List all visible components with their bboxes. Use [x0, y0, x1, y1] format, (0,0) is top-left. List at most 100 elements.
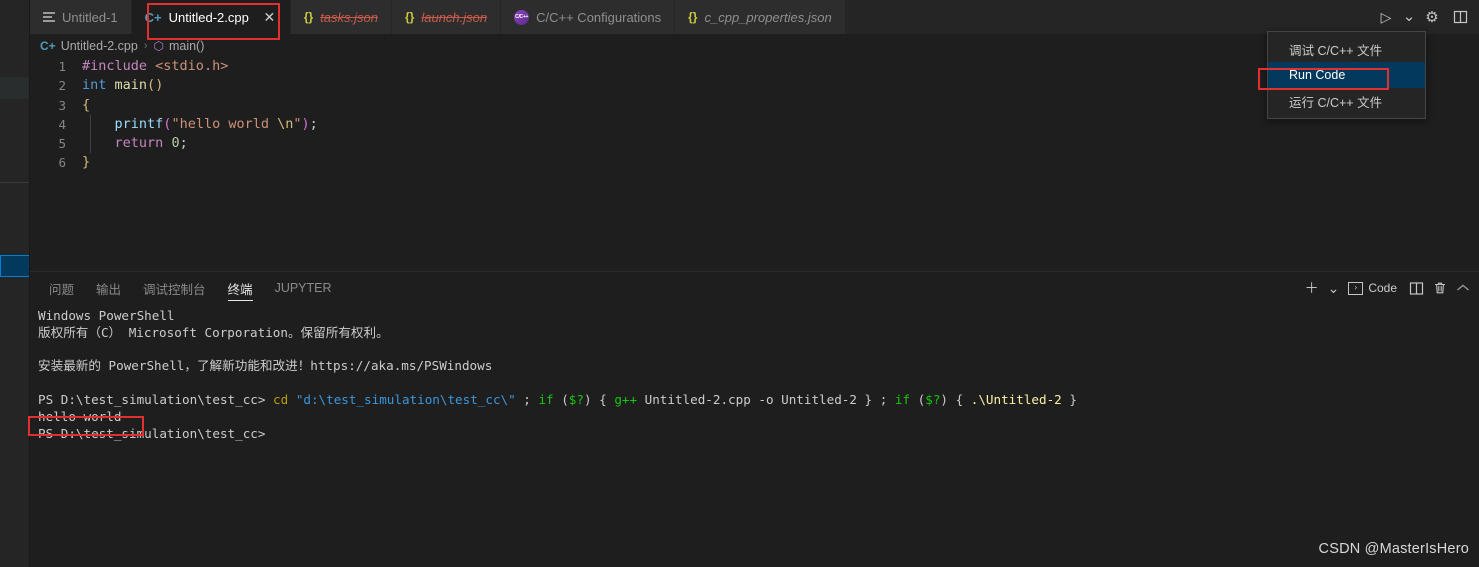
- code-token: \n: [277, 115, 294, 132]
- panel-tab-jupyter[interactable]: JUPYTER: [264, 272, 343, 304]
- tab-untitled-2-cpp[interactable]: C+ Untitled-2.cpp ✕: [131, 0, 291, 34]
- panel-tab-output[interactable]: 输出: [85, 272, 132, 304]
- vscode-window: Untitled-1 C+ Untitled-2.cpp ✕ {} tasks.…: [0, 0, 1479, 567]
- split-terminal-icon[interactable]: [1406, 277, 1427, 299]
- code-line[interactable]: 1 #include <stdio.h>: [30, 57, 1479, 76]
- terminal-output[interactable]: Windows PowerShell 版权所有（C） Microsoft Corp…: [38, 308, 1479, 567]
- code-text: #include <stdio.h>: [82, 57, 228, 76]
- code-token: ): [155, 77, 164, 94]
- explorer-row-hover[interactable]: [0, 77, 30, 99]
- menu-item-debug-cpp-file[interactable]: 调试 C/C++ 文件: [1268, 36, 1425, 62]
- code-token: }: [82, 154, 91, 171]
- code-text: printf("hello world \n");: [82, 115, 318, 134]
- line-number: 2: [58, 78, 66, 94]
- json-braces-icon: {}: [688, 10, 698, 24]
- run-dropdown-chevron-icon[interactable]: ⌄: [1401, 4, 1417, 30]
- panel-tab-debug-console[interactable]: 调试控制台: [132, 272, 217, 304]
- panel-actions: ＋ ⌄ › Code: [1302, 272, 1473, 304]
- code-line[interactable]: 5 return 0;: [30, 134, 1479, 154]
- line-number: 4: [58, 116, 66, 132]
- split-editor-icon[interactable]: [1447, 4, 1473, 30]
- tab-launch-json[interactable]: {} launch.json: [392, 0, 502, 34]
- panel-tab-problems[interactable]: 问题: [38, 272, 85, 304]
- terminal-segment: if: [538, 391, 554, 407]
- menu-item-run-code[interactable]: Run Code: [1268, 62, 1425, 88]
- code-token: 0: [171, 135, 180, 152]
- json-braces-icon: {}: [405, 10, 415, 24]
- tab-label: tasks.json: [320, 9, 378, 25]
- editor-tab-bar: Untitled-1 C+ Untitled-2.cpp ✕ {} tasks.…: [30, 0, 1479, 34]
- code-token: printf: [114, 115, 164, 132]
- cpp-file-icon: C+: [144, 9, 162, 25]
- explorer-divider: [0, 182, 30, 183]
- terminal-line: 版权所有（C） Microsoft Corporation。保留所有权利。: [38, 325, 1479, 342]
- terminal-segment: Windows PowerShell: [38, 308, 175, 323]
- settings-gear-icon[interactable]: ⚙: [1419, 4, 1445, 30]
- breadcrumb[interactable]: C+ Untitled-2.cpp › ⬡ main(): [30, 34, 1479, 57]
- close-icon[interactable]: ✕: [262, 10, 277, 24]
- terminal-line: PS D:\test_simulation\test_cc>: [38, 426, 1479, 443]
- terminal-segment: (: [910, 391, 926, 407]
- lines-icon: [43, 12, 55, 22]
- tab-tasks-json[interactable]: {} tasks.json: [290, 0, 392, 34]
- code-text: return 0;: [82, 134, 188, 153]
- code-token: ;: [179, 135, 188, 152]
- code-line[interactable]: 4 printf("hello world \n");: [30, 114, 1479, 135]
- terminal-segment: $?: [568, 391, 584, 407]
- terminal-segment: ;: [515, 391, 539, 407]
- terminal-line: 安装最新的 PowerShell，了解新功能和改进！https://aka.ms…: [38, 358, 1479, 375]
- panel-tab-bar: 问题 输出 调试控制台 终端 JUPYTER ＋ ⌄ › Code: [30, 272, 1479, 304]
- terminal-segment: hello world: [38, 408, 122, 424]
- symbol-function-icon: ⬡: [153, 38, 164, 53]
- code-token: (: [147, 77, 156, 94]
- line-number: 6: [58, 155, 66, 171]
- panel-tab-terminal[interactable]: 终端: [217, 272, 264, 304]
- new-terminal-plus-icon[interactable]: ＋: [1302, 277, 1322, 299]
- menu-item-run-cpp-file[interactable]: 运行 C/C++ 文件: [1268, 88, 1425, 114]
- terminal-icon: ›: [1348, 281, 1364, 295]
- terminal-segment: .\Untitled-2: [970, 391, 1062, 407]
- terminal-line: PS D:\test_simulation\test_cc> cd "d:\te…: [38, 392, 1479, 409]
- code-token: <stdio.h>: [155, 58, 229, 74]
- editor-actions: ▷ ⌄ ⚙: [1373, 0, 1473, 34]
- tab-label: c_cpp_properties.json: [704, 9, 832, 25]
- terminal-segment: $?: [925, 391, 941, 407]
- terminal-segment: PS D:\test_simulation\test_cc>: [38, 425, 266, 441]
- code-line[interactable]: 3{: [30, 96, 1479, 115]
- line-number: 3: [58, 97, 66, 113]
- tab-untitled-1[interactable]: Untitled-1: [30, 0, 132, 34]
- breadcrumb-symbol[interactable]: main(): [169, 39, 204, 53]
- run-button[interactable]: ▷: [1373, 4, 1399, 30]
- code-token: ": [293, 115, 302, 132]
- code-line[interactable]: 2 int main(): [30, 76, 1479, 95]
- code-line[interactable]: 6}: [30, 153, 1479, 172]
- tab-label: Untitled-1: [62, 9, 118, 25]
- code-token: main: [114, 77, 148, 94]
- terminal-segment: cd: [273, 391, 289, 407]
- tab-label: Untitled-2.cpp: [168, 9, 249, 25]
- terminal-segment: if: [894, 391, 911, 407]
- terminal-segment: g++: [614, 391, 638, 407]
- collapse-panel-chevron-up-icon[interactable]: [1453, 277, 1473, 299]
- terminal-segment: 版权所有（C） Microsoft Corporation。保留所有权利。: [38, 324, 389, 340]
- explorer-strip-partial[interactable]: [0, 0, 30, 567]
- terminal-profile-chevron-icon[interactable]: ⌄: [1325, 277, 1343, 299]
- terminal-segment: ) {: [940, 391, 971, 407]
- terminal-segment: -o: [758, 391, 774, 407]
- code-lines[interactable]: 1 #include <stdio.h> 2 int main() 3{4 printf…: [30, 57, 1479, 173]
- tab-cpp-configurations[interactable]: C/C++ C/C++ Configurations: [501, 0, 676, 34]
- kill-terminal-trash-icon[interactable]: [1430, 277, 1450, 299]
- terminal-segment: 安装最新的 PowerShell，了解新功能和改进！https://aka.ms…: [38, 358, 493, 374]
- code-token: int: [82, 77, 107, 94]
- breadcrumb-file[interactable]: Untitled-2.cpp: [61, 39, 138, 53]
- code-text: {: [82, 96, 90, 115]
- code-editor[interactable]: 1 #include <stdio.h> 2 int main() 3{4 printf…: [30, 57, 1479, 271]
- tab-c-cpp-properties-json[interactable]: {} c_cpp_properties.json: [675, 0, 846, 34]
- terminal-segment: (: [553, 391, 569, 407]
- explorer-row-selected[interactable]: [0, 255, 30, 277]
- run-context-menu[interactable]: 调试 C/C++ 文件 Run Code 运行 C/C++ 文件: [1267, 31, 1426, 119]
- terminal-selector-code[interactable]: › Code: [1345, 277, 1403, 299]
